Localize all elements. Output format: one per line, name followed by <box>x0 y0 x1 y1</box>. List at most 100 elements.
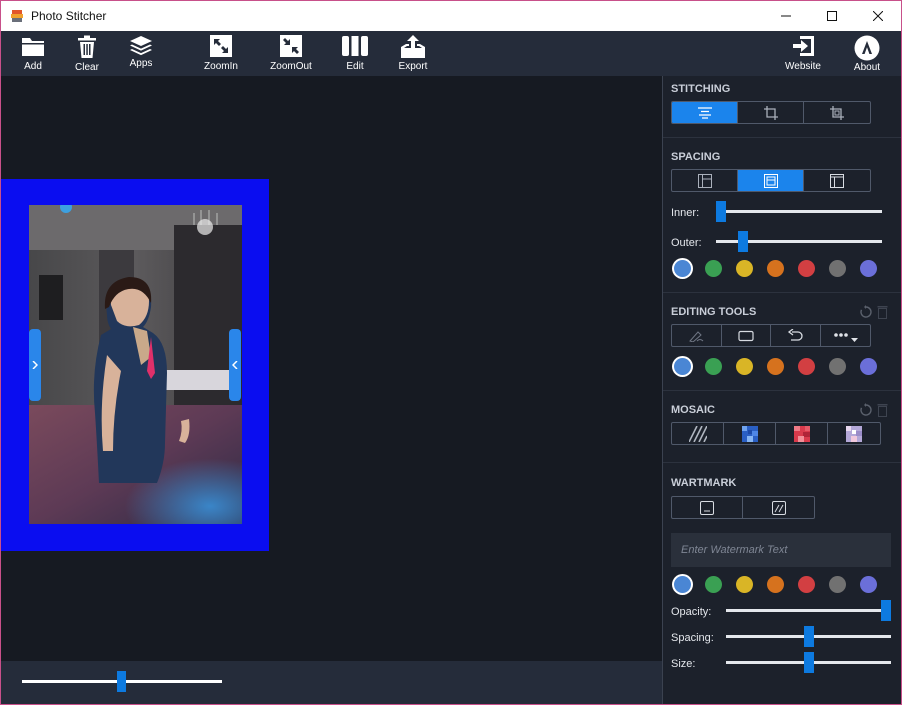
align-lines-icon <box>697 106 712 119</box>
stitch-frame <box>1 179 269 551</box>
stitching-mode-group <box>671 101 871 124</box>
editing-divider <box>663 390 901 391</box>
clear-button[interactable]: Clear <box>59 35 115 73</box>
layout-right-button[interactable] <box>804 170 870 191</box>
color-swatch-red[interactable] <box>798 260 815 277</box>
watermark-mode-group <box>671 496 815 519</box>
stitch-canvas[interactable] <box>1 76 662 661</box>
layers-icon <box>130 36 152 56</box>
delete-icon[interactable] <box>877 403 888 417</box>
compress-icon <box>280 35 302 57</box>
watermark-tiled-icon <box>771 500 786 515</box>
color-swatch-gray[interactable] <box>829 260 846 277</box>
minimize-button[interactable] <box>763 1 809 31</box>
apps-button[interactable]: Apps <box>113 35 169 69</box>
rectangle-tool-button[interactable] <box>722 325 771 346</box>
color-swatch-purple[interactable] <box>860 576 877 593</box>
columns-icon <box>342 36 368 56</box>
outer-label: Outer: <box>671 237 702 249</box>
draw-tool-button[interactable] <box>672 325 722 346</box>
reset-icon[interactable] <box>859 403 873 417</box>
export-button[interactable]: Export <box>385 35 441 72</box>
opacity-slider-thumb[interactable] <box>881 600 891 621</box>
watermark-spacing-slider-thumb[interactable] <box>804 626 814 647</box>
stitch-align-button[interactable] <box>672 102 738 123</box>
pen-icon <box>689 330 704 342</box>
close-button[interactable] <box>855 1 901 31</box>
color-swatch-orange[interactable] <box>767 576 784 593</box>
watermark-color-palette <box>674 576 891 593</box>
color-swatch-gray[interactable] <box>829 576 846 593</box>
color-swatch-yellow[interactable] <box>736 358 753 375</box>
photo-stitcher-window: Photo Stitcher Add Clear Apps ZoomIn Zoo… <box>0 0 902 705</box>
color-swatch-orange[interactable] <box>767 358 784 375</box>
editing-tools-title: EDITING TOOLS <box>671 306 757 318</box>
color-swatch-yellow[interactable] <box>736 576 753 593</box>
mosaic-hatch-button[interactable] <box>672 423 724 444</box>
opacity-label: Opacity: <box>671 606 712 618</box>
color-swatch-purple[interactable] <box>860 260 877 277</box>
zoomout-button[interactable]: ZoomOut <box>263 35 319 72</box>
size-slider-thumb[interactable] <box>804 652 814 673</box>
website-label: Website <box>785 61 821 72</box>
stitched-photo[interactable] <box>29 205 242 524</box>
chevron-left-icon <box>232 361 238 369</box>
layout-left-button[interactable] <box>672 170 738 191</box>
crop-square-icon <box>830 105 844 120</box>
maximize-button[interactable] <box>809 1 855 31</box>
right-resize-handle[interactable] <box>229 329 241 401</box>
left-resize-handle[interactable] <box>29 329 41 401</box>
undo-tool-button[interactable] <box>771 325 821 346</box>
color-swatch-yellow[interactable] <box>736 260 753 277</box>
inner-slider-thumb[interactable] <box>716 201 726 222</box>
color-swatch-blue[interactable] <box>674 576 691 593</box>
size-label: Size: <box>671 658 696 670</box>
opacity-slider-track[interactable] <box>726 609 891 612</box>
color-swatch-red[interactable] <box>798 576 815 593</box>
mosaic-title: MOSAIC <box>671 404 715 416</box>
color-swatch-gray[interactable] <box>829 358 846 375</box>
color-swatch-orange[interactable] <box>767 260 784 277</box>
trash-icon <box>78 35 96 58</box>
mosaic-red-button[interactable] <box>776 423 828 444</box>
rectangle-icon <box>738 330 754 341</box>
color-swatch-green[interactable] <box>705 358 722 375</box>
mosaic-pastel-button[interactable] <box>828 423 880 444</box>
zoomin-button[interactable]: ZoomIn <box>193 35 249 72</box>
title-bar: Photo Stitcher <box>1 1 901 31</box>
watermark-tiled-button[interactable] <box>743 497 814 518</box>
watermark-single-button[interactable] <box>672 497 743 518</box>
close-icon <box>873 11 883 21</box>
apps-label: Apps <box>129 58 153 69</box>
app-logo-icon <box>10 9 24 23</box>
export-label: Export <box>398 61 428 72</box>
layout-center-button[interactable] <box>738 170 804 191</box>
mosaic-blue-button[interactable] <box>724 423 776 444</box>
more-tools-button[interactable] <box>821 325 871 346</box>
zoom-slider-thumb[interactable] <box>117 671 126 692</box>
bottom-bar <box>1 661 662 704</box>
zoomout-label: ZoomOut <box>270 61 312 72</box>
reset-icon[interactable] <box>859 305 873 319</box>
outer-slider-thumb[interactable] <box>738 231 748 252</box>
edit-button[interactable]: Edit <box>327 35 383 72</box>
color-swatch-blue[interactable] <box>674 358 691 375</box>
color-swatch-green[interactable] <box>705 576 722 593</box>
red-mosaic-icon <box>793 425 810 442</box>
color-swatch-red[interactable] <box>798 358 815 375</box>
chevron-right-icon <box>32 361 38 369</box>
about-button[interactable]: About <box>839 35 895 73</box>
settings-panel: STITCHING SPACING Inner: Outer: EDITING … <box>662 76 901 704</box>
website-button[interactable]: Website <box>775 35 831 72</box>
color-swatch-purple[interactable] <box>860 358 877 375</box>
color-swatch-blue[interactable] <box>674 260 691 277</box>
spacing-layout-group <box>671 169 871 192</box>
add-button[interactable]: Add <box>5 35 61 72</box>
editing-color-palette <box>674 358 891 375</box>
delete-icon[interactable] <box>877 305 888 319</box>
stitch-crop-alt-button[interactable] <box>804 102 870 123</box>
inner-slider-track[interactable] <box>716 210 882 213</box>
watermark-text-input[interactable] <box>671 533 891 567</box>
color-swatch-green[interactable] <box>705 260 722 277</box>
stitch-crop-button[interactable] <box>738 102 804 123</box>
